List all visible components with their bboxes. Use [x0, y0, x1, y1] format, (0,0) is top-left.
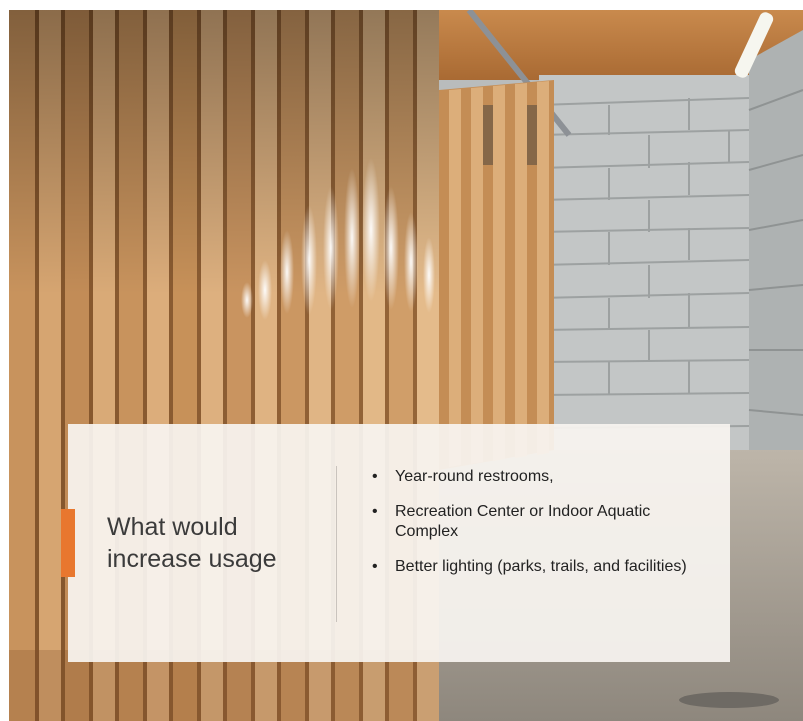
bullet-glyph: • [372, 558, 378, 575]
bullet-item: • Better lighting (parks, trails, and fa… [370, 557, 710, 577]
bullet-list: • Year-round restrooms, • Recreation Cen… [370, 467, 710, 592]
title-accent-bar [61, 509, 75, 577]
slide: What would increase usage • Year-round r… [0, 0, 803, 721]
slide-title: What would increase usage [107, 513, 277, 573]
panel-divider [336, 466, 337, 622]
bullet-text: Better lighting (parks, trails, and faci… [395, 558, 687, 575]
bullet-glyph: • [372, 468, 378, 485]
bullet-glyph: • [372, 503, 378, 520]
bullet-item: • Year-round restrooms, [370, 467, 710, 487]
bullet-text: Year-round restrooms, [395, 468, 554, 485]
bullet-text: Recreation Center or Indoor Aquatic Comp… [395, 503, 651, 540]
bullet-item: • Recreation Center or Indoor Aquatic Co… [370, 502, 710, 542]
